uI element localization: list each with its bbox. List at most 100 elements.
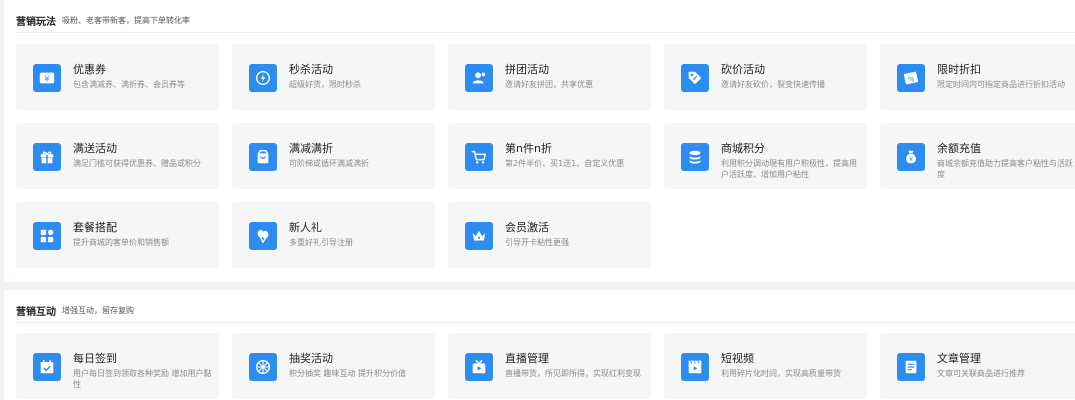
section-subtitle: 吸粉、老客带新客，提高下单转化率 [62, 15, 190, 25]
card-title: 套餐搭配 [73, 221, 117, 234]
divider [16, 322, 1075, 323]
card-title: 满送活动 [73, 142, 117, 155]
feature-card[interactable]: 秒杀活动超级好货，限时秒杀 [232, 44, 435, 110]
section-header: 营销玩法 吸粉、老客带新客，提高下单转化率 [16, 10, 190, 30]
coupon-icon: ¥ [33, 64, 61, 92]
card-title: 限时折扣 [937, 63, 981, 76]
card-title: 余额充值 [937, 142, 981, 155]
card-text: 优惠券包含满减券、满折券、会员券等 [73, 63, 213, 90]
video-icon [681, 353, 709, 381]
card-text: 套餐搭配提升商城的客单价和销售额 [73, 221, 213, 248]
card-title: 满减满折 [289, 142, 333, 155]
card-description: 包含满减券、满折券、会员券等 [73, 80, 185, 89]
section-title: 营销玩法 [16, 16, 56, 28]
group-buy-icon [465, 64, 493, 92]
feature-card[interactable]: 文章管理文章可关联商品进行推荐 [880, 333, 1075, 399]
section-title: 营销互动 [16, 306, 56, 318]
crown-icon [465, 222, 493, 250]
card-text: 第n件n折第2件半价、买1送1、自定义优惠 [505, 142, 645, 169]
card-description: 满足门槛可获得优惠券、赠品或积分 [73, 159, 201, 168]
card-title: 第n件n折 [505, 142, 552, 155]
card-text: 满送活动满足门槛可获得优惠券、赠品或积分 [73, 142, 213, 169]
card-title: 新人礼 [289, 221, 322, 234]
card-description: 邀请好友拼团，共享优惠 [505, 80, 593, 89]
cart-icon [465, 143, 493, 171]
card-description: 利用碎片化时间，实现高质量带货 [721, 369, 841, 378]
lottery-wheel-icon [249, 353, 277, 381]
card-title: 砍价活动 [721, 63, 765, 76]
balloons-icon [249, 222, 277, 250]
shopping-bag-icon [249, 143, 277, 171]
bargain-tag-icon [681, 64, 709, 92]
svg-text:%: % [908, 75, 915, 84]
feature-card[interactable]: 抽奖活动积分抽奖 趣味互动 提升积分价值 [232, 333, 435, 399]
card-title: 拼团活动 [505, 63, 549, 76]
feature-card[interactable]: 套餐搭配提升商城的客单价和销售额 [16, 202, 219, 268]
card-title: 会员激活 [505, 221, 549, 234]
svg-text:¥: ¥ [44, 74, 49, 84]
card-text: 直播管理直播带货，所见即所得，实现红利变现 [505, 352, 645, 379]
feature-card[interactable]: 第n件n折第2件半价、买1送1、自定义优惠 [448, 123, 651, 189]
section-subtitle: 增强互动，留存复购 [62, 305, 134, 315]
feature-card[interactable]: 新人礼多重好礼引导注册 [232, 202, 435, 268]
card-description: 商城余额充值助力提高客户粘性与活跃度 [937, 159, 1073, 179]
card-text: 抽奖活动积分抽奖 趣味互动 提升积分价值 [289, 352, 429, 379]
card-description: 引导开卡粘性更强 [505, 238, 569, 247]
card-text: 商城积分利用积分调动現有用户积极性，提高用户活跃度、增加用户粘性 [721, 142, 861, 180]
card-title: 每日签到 [73, 352, 117, 365]
coins-icon [681, 143, 709, 171]
card-title: 短视频 [721, 352, 754, 365]
feature-card[interactable]: 商城积分利用积分调动現有用户积极性，提高用户活跃度、增加用户粘性 [664, 123, 867, 189]
card-title: 秒杀活动 [289, 63, 333, 76]
interaction-section: 营销互动 增强互动，留存复购 每日签到 用户每日签到领取各种奖励 增加用户黏性 抽奖… [4, 290, 1075, 400]
grid-icon [33, 222, 61, 250]
card-text: 砍价活动邀请好友砍价，裂变快速传播 [721, 63, 861, 90]
card-description: 第2件半价、买1送1、自定义优惠 [505, 159, 625, 168]
card-description: 提升商城的客单价和销售额 [73, 238, 169, 247]
card-description: 超级好货，限时秒杀 [289, 80, 361, 89]
calendar-check-icon [33, 353, 61, 381]
card-text: 短视频利用碎片化时间，实现高质量带货 [721, 352, 861, 379]
card-description: 积分抽奖 趣味互动 提升积分价值 [289, 369, 407, 378]
card-text: 秒杀活动超级好货，限时秒杀 [289, 63, 429, 90]
card-title: 文章管理 [937, 352, 981, 365]
feature-card[interactable]: 每日签到 用户每日签到领取各种奖励 增加用户黏性 [16, 333, 219, 399]
feature-card[interactable]: 短视频利用碎片化时间，实现高质量带货 [664, 333, 867, 399]
card-title: 优惠券 [73, 63, 106, 76]
marketing-section: 营销玩法 吸粉、老客带新客，提高下单转化率 ¥ 优惠券包含满减券、满折券、会员券等… [4, 0, 1075, 282]
card-description: 邀请好友砍价，裂变快速传播 [721, 80, 825, 89]
discount-ticket-icon: % [897, 64, 925, 92]
card-description: 文章可关联商品进行推荐 [937, 369, 1025, 378]
card-title: 商城积分 [721, 142, 765, 155]
divider [16, 32, 1075, 33]
feature-card[interactable]: ¥ 优惠券包含满减券、满折券、会员券等 [16, 44, 219, 110]
gift-icon [33, 143, 61, 171]
card-text: 余额充值商城余额充值助力提高客户粘性与活跃度 [937, 142, 1075, 180]
card-description: 利用积分调动現有用户积极性，提高用户活跃度、增加用户粘性 [721, 159, 857, 179]
card-text: 新人礼多重好礼引导注册 [289, 221, 429, 248]
feature-card[interactable]: 直播管理直播带货，所见即所得，实现红利变现 [448, 333, 651, 399]
article-icon [897, 353, 925, 381]
card-title: 抽奖活动 [289, 352, 333, 365]
card-text: 文章管理文章可关联商品进行推荐 [937, 352, 1075, 379]
card-description: 可阶梯或循环满减满折 [289, 159, 369, 168]
card-text: 拼团活动邀请好友拼团，共享优惠 [505, 63, 645, 90]
feature-card[interactable]: 满减满折可阶梯或循环满减满折 [232, 123, 435, 189]
money-bag-icon: ¥ [897, 143, 925, 171]
svg-text:¥: ¥ [909, 157, 913, 164]
card-description: 直播带货，所见即所得，实现红利变现 [505, 369, 641, 378]
card-text: 会员激活引导开卡粘性更强 [505, 221, 645, 248]
feature-card[interactable]: 砍价活动邀请好友砍价，裂变快速传播 [664, 44, 867, 110]
feature-card[interactable]: 拼团活动邀请好友拼团，共享优惠 [448, 44, 651, 110]
feature-card[interactable]: 满送活动满足门槛可获得优惠券、赠品或积分 [16, 123, 219, 189]
section-header: 营销互动 增强互动，留存复购 [16, 300, 134, 320]
card-title: 直播管理 [505, 352, 549, 365]
feature-card[interactable]: ¥ 余额充值商城余额充值助力提高客户粘性与活跃度 [880, 123, 1075, 189]
card-description: 多重好礼引导注册 [289, 238, 353, 247]
live-tv-icon [465, 353, 493, 381]
card-text: 每日签到 用户每日签到领取各种奖励 增加用户黏性 [73, 352, 213, 390]
card-description: 限定时间内可指定商品进行折扣活动 [937, 80, 1065, 89]
feature-card[interactable]: % 限时折扣限定时间内可指定商品进行折扣活动 [880, 44, 1075, 110]
feature-card[interactable]: 会员激活引导开卡粘性更强 [448, 202, 651, 268]
card-text: 满减满折可阶梯或循环满减满折 [289, 142, 429, 169]
